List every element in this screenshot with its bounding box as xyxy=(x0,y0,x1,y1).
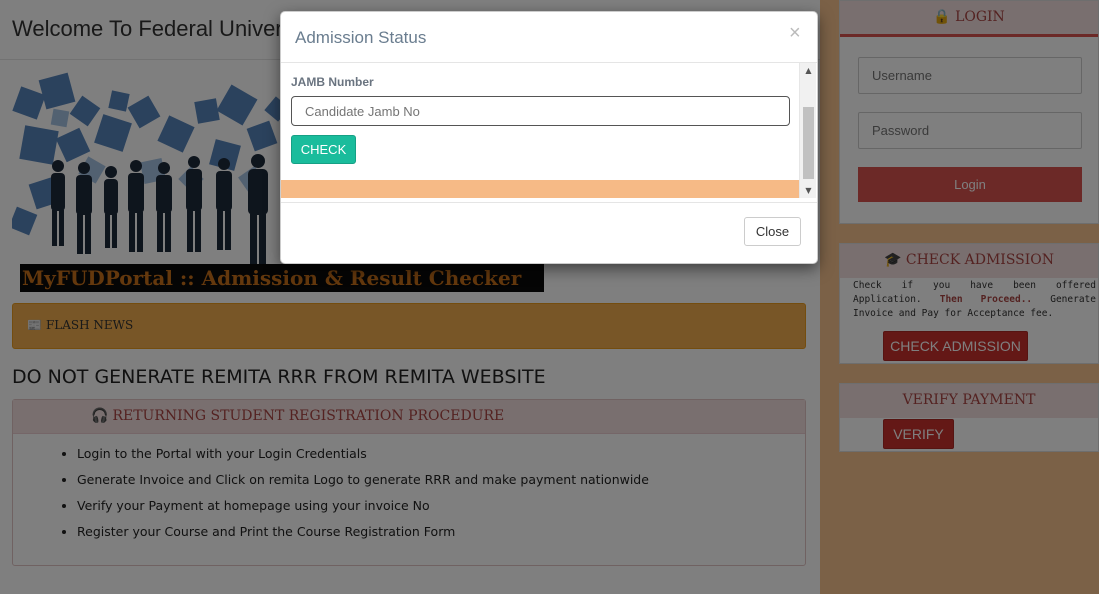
modal-body: JAMB Number CHECK ▲ ▼ xyxy=(281,63,817,202)
modal-footer: Close xyxy=(281,202,817,263)
close-button[interactable]: Close xyxy=(744,217,801,246)
admission-status-modal: Admission Status × JAMB Number CHECK ▲ ▼… xyxy=(280,11,818,264)
modal-scrollbar[interactable]: ▲ ▼ xyxy=(799,63,816,198)
modal-title: Admission Status xyxy=(295,28,427,47)
close-icon[interactable]: × xyxy=(789,22,801,45)
check-button[interactable]: CHECK xyxy=(291,135,356,164)
modal-header: Admission Status × xyxy=(281,12,817,63)
jamb-number-input[interactable] xyxy=(291,96,790,126)
scroll-thumb[interactable] xyxy=(803,107,814,179)
status-result-bar xyxy=(281,180,799,198)
scroll-down-arrow-icon[interactable]: ▼ xyxy=(800,183,817,198)
jamb-number-label: JAMB Number xyxy=(291,75,374,89)
scroll-up-arrow-icon[interactable]: ▲ xyxy=(800,63,817,78)
